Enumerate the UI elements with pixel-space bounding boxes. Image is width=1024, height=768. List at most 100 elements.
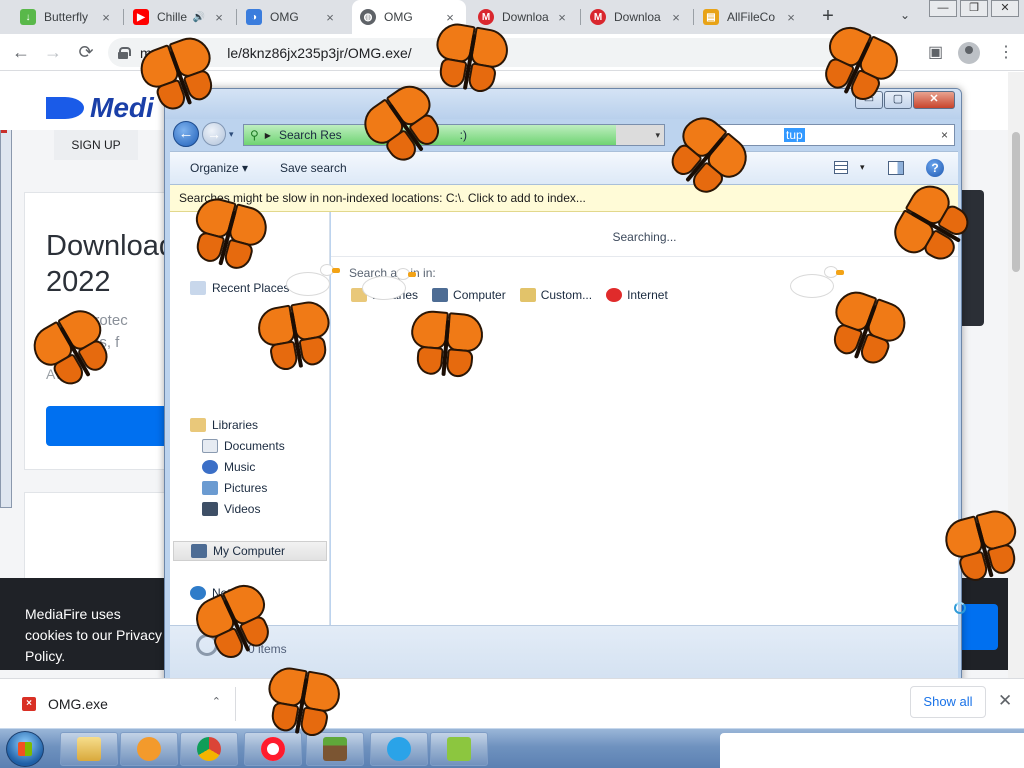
tab-chille[interactable]: ▶ Chille 🔊 ×: [125, 0, 235, 34]
close-icon[interactable]: ×: [98, 10, 114, 25]
close-icon[interactable]: ×: [322, 10, 338, 25]
close-icon[interactable]: ×: [554, 10, 570, 25]
sign-up-button[interactable]: SIGN UP: [54, 130, 138, 160]
speaker-icon[interactable]: 🔊: [193, 12, 205, 23]
breadcrumb-arrow-icon[interactable]: ▶: [265, 131, 271, 140]
computer-icon: [432, 288, 449, 302]
explorer-window: ▭ ▢ ✕ ← → ▾ ⚲ ▶ Search Res :) ▾ tup × Or…: [164, 88, 962, 688]
search-again-computer[interactable]: Computer: [432, 288, 506, 302]
close-icon[interactable]: ×: [783, 10, 799, 25]
tab-label: Downloa: [502, 10, 549, 24]
notification-area[interactable]: [720, 733, 1024, 768]
taskbar-desktop-goose[interactable]: [430, 732, 488, 766]
lock-icon[interactable]: [118, 46, 131, 59]
tab-search-icon[interactable]: ⌄: [896, 8, 914, 26]
menu-icon[interactable]: ⋮: [998, 42, 1014, 62]
videos-icon: [202, 502, 218, 516]
nav-item-recent-places[interactable]: Recent Places: [190, 278, 289, 298]
nav-item-libraries[interactable]: Libraries: [190, 415, 258, 435]
explorer-close-button[interactable]: ✕: [913, 91, 955, 109]
taskbar-chat[interactable]: [370, 732, 428, 766]
mega-icon: M: [590, 9, 606, 25]
restore-button[interactable]: ❐: [960, 0, 988, 17]
preview-pane-icon[interactable]: [888, 161, 904, 175]
libraries-icon: [190, 418, 206, 432]
butterfly-icon: [250, 292, 343, 385]
change-view-icon[interactable]: [834, 161, 848, 174]
nav-item-documents[interactable]: Documents: [202, 436, 285, 456]
explorer-forward-button[interactable]: →: [202, 122, 226, 146]
index-info-bar[interactable]: Searches might be slow in non-indexed lo…: [170, 185, 958, 212]
cookie-text: MediaFire uses cookies to our Privacy Po…: [25, 606, 162, 664]
address-text: Search Res: [278, 128, 342, 142]
butterfly-icon: [424, 14, 517, 107]
documents-icon: [202, 439, 218, 453]
taskbar-explorer[interactable]: [60, 732, 118, 766]
tab-download-2[interactable]: M Downloa ×: [582, 0, 692, 34]
explorer-icon: [77, 737, 101, 761]
forward-button[interactable]: →: [42, 42, 64, 64]
address-dropdown-icon[interactable]: ▾: [655, 130, 660, 141]
desktop-goose-icon: [447, 737, 471, 761]
tab-label: Downloa: [614, 10, 661, 24]
download-filename: OMG.exe: [48, 696, 108, 712]
side-panel-icon[interactable]: ▣: [928, 42, 943, 62]
recent-places-icon: [190, 281, 206, 295]
opera-icon: [606, 288, 623, 302]
close-shelf-icon[interactable]: ✕: [998, 691, 1012, 711]
chevron-up-icon[interactable]: ⌃: [212, 695, 221, 708]
close-window-button[interactable]: ✕: [991, 0, 1019, 17]
profile-avatar[interactable]: [958, 42, 980, 64]
chrome-icon: [197, 737, 221, 761]
scrollbar-thumb[interactable]: [1012, 132, 1020, 272]
taskbar-media-player[interactable]: [120, 732, 178, 766]
close-icon[interactable]: ×: [211, 10, 227, 25]
youtube-icon: ▶: [133, 9, 149, 25]
windows-taskbar: [0, 728, 1024, 768]
save-search-button[interactable]: Save search: [280, 161, 347, 175]
search-icon: ⚲: [250, 128, 259, 142]
view-options-dropdown-icon[interactable]: ▾: [860, 162, 865, 173]
computer-icon: [191, 544, 207, 558]
nav-item-music[interactable]: Music: [202, 457, 255, 477]
organize-button[interactable]: Organize ▾: [190, 161, 248, 175]
back-button[interactable]: ←: [10, 42, 32, 64]
butterfly-icon: [403, 303, 490, 390]
goose-icon: [790, 266, 844, 306]
explorer-back-button[interactable]: ←: [173, 121, 199, 147]
window-controls: — ❐ ✕: [926, 0, 1019, 17]
download-shelf: × OMG.exe ⌃ Show all ✕: [0, 678, 1024, 728]
mediafire-logo[interactable]: Medi: [46, 92, 154, 124]
tab-allfileconvert[interactable]: ▤ AllFileCo ×: [695, 0, 807, 34]
busy-spinner-icon: [954, 602, 966, 614]
url-text-tail: le/8knz86jx235p3jr/OMG.exe/: [227, 44, 412, 61]
mouse-cursor-icon: [946, 606, 954, 624]
page-scrollbar[interactable]: [1008, 72, 1024, 678]
explorer-search-input[interactable]: tup ×: [719, 124, 955, 146]
reload-button[interactable]: ⟳: [75, 42, 97, 64]
tab-butterfly[interactable]: ↓ Butterfly ×: [12, 0, 122, 34]
background-window-edge: [0, 108, 12, 508]
nav-item-pictures[interactable]: Pictures: [202, 478, 267, 498]
nav-item-my-computer[interactable]: My Computer: [173, 541, 327, 561]
tab-label: Butterfly: [44, 10, 89, 24]
help-icon[interactable]: ?: [926, 159, 944, 177]
nav-item-videos[interactable]: Videos: [202, 499, 260, 519]
media-player-icon: [137, 737, 161, 761]
tab-omg-1[interactable]: ◑ OMG ×: [238, 0, 346, 34]
search-again-internet[interactable]: Internet: [606, 288, 668, 302]
show-all-downloads-button[interactable]: Show all: [910, 686, 986, 718]
tab-label: AllFileCo: [727, 10, 776, 24]
search-again-custom[interactable]: Custom...: [519, 288, 592, 302]
pictures-icon: [202, 481, 218, 495]
recent-pages-icon[interactable]: ▾: [229, 129, 234, 140]
minimize-button[interactable]: —: [929, 0, 957, 17]
close-icon[interactable]: ×: [668, 10, 684, 25]
start-button[interactable]: [6, 731, 44, 767]
taskbar-chrome[interactable]: [180, 732, 238, 766]
download-button[interactable]: [46, 406, 176, 446]
globe-icon: ◍: [360, 9, 376, 25]
clear-search-icon[interactable]: ×: [941, 128, 948, 142]
download-item-omg[interactable]: × OMG.exe ⌃: [12, 687, 236, 721]
page-icon: ◑: [246, 9, 262, 25]
